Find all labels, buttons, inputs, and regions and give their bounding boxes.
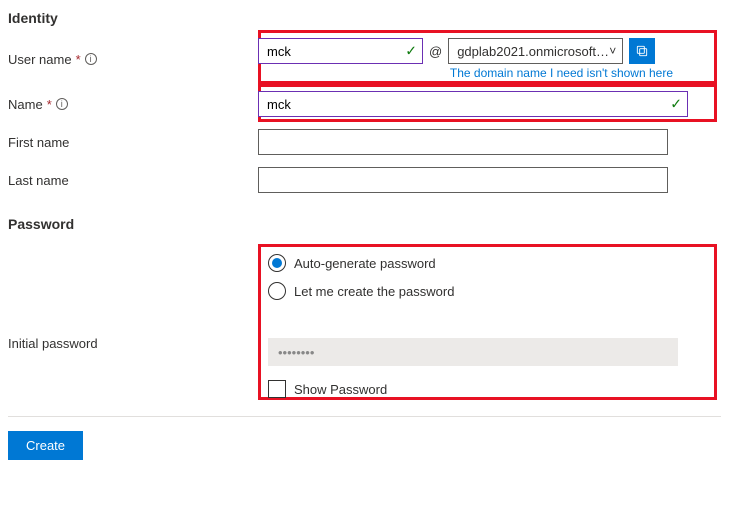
first-name-label: First name bbox=[8, 135, 69, 150]
first-name-input[interactable] bbox=[258, 129, 668, 155]
create-button[interactable]: Create bbox=[8, 431, 83, 460]
username-label: User name bbox=[8, 52, 72, 67]
identity-heading: Identity bbox=[8, 10, 721, 26]
auto-password-label: Auto-generate password bbox=[294, 256, 436, 271]
copy-button[interactable] bbox=[629, 38, 655, 64]
name-label: Name bbox=[8, 97, 43, 112]
name-input[interactable] bbox=[258, 91, 688, 117]
required-asterisk: * bbox=[76, 52, 81, 67]
domain-value: gdplab2021.onmicrosoft.... bbox=[457, 44, 609, 59]
divider bbox=[8, 416, 721, 417]
auto-password-radio[interactable]: Auto-generate password bbox=[268, 254, 709, 272]
username-input[interactable] bbox=[258, 38, 423, 64]
manual-password-label: Let me create the password bbox=[294, 284, 454, 299]
at-symbol: @ bbox=[429, 44, 442, 59]
info-icon[interactable]: i bbox=[56, 98, 68, 110]
initial-password-field bbox=[268, 338, 678, 366]
password-heading: Password bbox=[8, 216, 721, 232]
domain-dropdown[interactable]: gdplab2021.onmicrosoft.... ˅ bbox=[448, 38, 623, 64]
initial-password-label: Initial password bbox=[8, 336, 98, 351]
info-icon[interactable]: i bbox=[85, 53, 97, 65]
show-password-label: Show Password bbox=[294, 382, 387, 397]
chevron-down-icon: ˅ bbox=[609, 44, 616, 58]
copy-icon bbox=[635, 44, 649, 58]
show-password-checkbox[interactable]: Show Password bbox=[268, 380, 721, 398]
domain-help-link[interactable]: The domain name I need isn't shown here bbox=[450, 66, 673, 80]
required-asterisk: * bbox=[47, 97, 52, 112]
manual-password-radio[interactable]: Let me create the password bbox=[268, 282, 709, 300]
last-name-label: Last name bbox=[8, 173, 69, 188]
last-name-input[interactable] bbox=[258, 167, 668, 193]
